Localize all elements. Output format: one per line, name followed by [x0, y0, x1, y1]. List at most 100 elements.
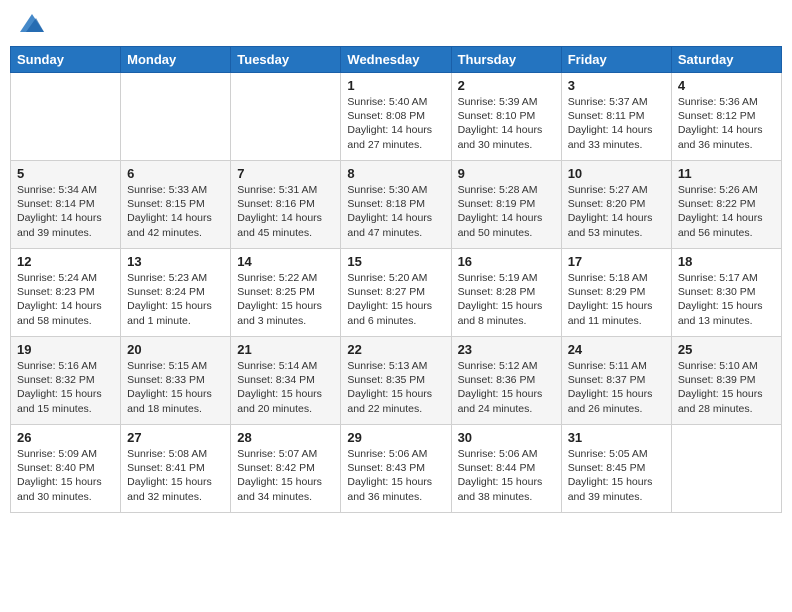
calendar-cell: 27Sunrise: 5:08 AM Sunset: 8:41 PM Dayli…	[121, 425, 231, 513]
day-info: Sunrise: 5:33 AM Sunset: 8:15 PM Dayligh…	[127, 183, 224, 240]
day-number: 9	[458, 166, 555, 181]
calendar-cell	[671, 425, 781, 513]
day-info: Sunrise: 5:16 AM Sunset: 8:32 PM Dayligh…	[17, 359, 114, 416]
page-header	[10, 10, 782, 38]
day-number: 12	[17, 254, 114, 269]
day-number: 22	[347, 342, 444, 357]
day-number: 1	[347, 78, 444, 93]
day-number: 10	[568, 166, 665, 181]
day-number: 2	[458, 78, 555, 93]
calendar-cell: 26 Sunrise: 5:09 AM Sunset: 8:40 PM Dayli…	[11, 425, 121, 513]
day-number: 29	[347, 430, 444, 445]
day-info: Sunrise: 5:27 AM Sunset: 8:20 PM Dayligh…	[568, 183, 665, 240]
day-number: 5	[17, 166, 114, 181]
calendar-cell	[11, 73, 121, 161]
day-number: 7	[237, 166, 334, 181]
calendar-cell: 25 Sunrise: 5:10 AM Sunset: 8:39 PM Dayli…	[671, 337, 781, 425]
day-number: 19	[17, 342, 114, 357]
day-info: Sunrise: 5:06 AM Sunset: 8:43 PM Dayligh…	[347, 447, 444, 504]
calendar-cell: 30 Sunrise: 5:06 AM Sunset: 8:44 PM Dayli…	[451, 425, 561, 513]
calendar-cell: 28 Sunrise: 5:07 AM Sunset: 8:42 PM Dayli…	[231, 425, 341, 513]
day-info: Sunrise: 5:20 AM Sunset: 8:27 PM Dayligh…	[347, 271, 444, 328]
day-info: Sunrise: 5:40 AM Sunset: 8:08 PM Dayligh…	[347, 95, 444, 152]
calendar-cell: 3Sunrise: 5:37 AM Sunset: 8:11 PM Daylig…	[561, 73, 671, 161]
calendar-cell: 13 Sunrise: 5:23 AM Sunset: 8:24 PM Dayli…	[121, 249, 231, 337]
calendar-cell: 11 Sunrise: 5:26 AM Sunset: 8:22 PM Dayli…	[671, 161, 781, 249]
calendar-cell: 15Sunrise: 5:20 AM Sunset: 8:27 PM Dayli…	[341, 249, 451, 337]
calendar-cell: 17Sunrise: 5:18 AM Sunset: 8:29 PM Dayli…	[561, 249, 671, 337]
week-row-5: 26 Sunrise: 5:09 AM Sunset: 8:40 PM Dayli…	[11, 425, 782, 513]
calendar-cell: 29 Sunrise: 5:06 AM Sunset: 8:43 PM Dayli…	[341, 425, 451, 513]
day-number: 11	[678, 166, 775, 181]
day-number: 16	[458, 254, 555, 269]
day-number: 18	[678, 254, 775, 269]
day-number: 25	[678, 342, 775, 357]
calendar-header-row: SundayMondayTuesdayWednesdayThursdayFrid…	[11, 47, 782, 73]
calendar-cell: 24Sunrise: 5:11 AM Sunset: 8:37 PM Dayli…	[561, 337, 671, 425]
day-info: Sunrise: 5:15 AM Sunset: 8:33 PM Dayligh…	[127, 359, 224, 416]
col-header-monday: Monday	[121, 47, 231, 73]
day-number: 26	[17, 430, 114, 445]
col-header-saturday: Saturday	[671, 47, 781, 73]
col-header-sunday: Sunday	[11, 47, 121, 73]
day-number: 13	[127, 254, 224, 269]
calendar-cell: 2 Sunrise: 5:39 AM Sunset: 8:10 PM Daylig…	[451, 73, 561, 161]
day-info: Sunrise: 5:12 AM Sunset: 8:36 PM Dayligh…	[458, 359, 555, 416]
day-info: Sunrise: 5:05 AM Sunset: 8:45 PM Dayligh…	[568, 447, 665, 504]
calendar-cell: 16 Sunrise: 5:19 AM Sunset: 8:28 PM Dayli…	[451, 249, 561, 337]
day-info: Sunrise: 5:22 AM Sunset: 8:25 PM Dayligh…	[237, 271, 334, 328]
day-number: 21	[237, 342, 334, 357]
calendar-cell: 5 Sunrise: 5:34 AM Sunset: 8:14 PM Daylig…	[11, 161, 121, 249]
calendar-cell: 8Sunrise: 5:30 AM Sunset: 8:18 PM Daylig…	[341, 161, 451, 249]
col-header-friday: Friday	[561, 47, 671, 73]
day-info: Sunrise: 5:26 AM Sunset: 8:22 PM Dayligh…	[678, 183, 775, 240]
day-number: 20	[127, 342, 224, 357]
calendar-cell: 4 Sunrise: 5:36 AM Sunset: 8:12 PM Daylig…	[671, 73, 781, 161]
week-row-1: 1 Sunrise: 5:40 AM Sunset: 8:08 PM Daylig…	[11, 73, 782, 161]
col-header-tuesday: Tuesday	[231, 47, 341, 73]
week-row-3: 12 Sunrise: 5:24 AM Sunset: 8:23 PM Dayli…	[11, 249, 782, 337]
day-number: 6	[127, 166, 224, 181]
day-info: Sunrise: 5:28 AM Sunset: 8:19 PM Dayligh…	[458, 183, 555, 240]
day-info: Sunrise: 5:30 AM Sunset: 8:18 PM Dayligh…	[347, 183, 444, 240]
week-row-4: 19 Sunrise: 5:16 AM Sunset: 8:32 PM Dayli…	[11, 337, 782, 425]
day-info: Sunrise: 5:34 AM Sunset: 8:14 PM Dayligh…	[17, 183, 114, 240]
week-row-2: 5 Sunrise: 5:34 AM Sunset: 8:14 PM Daylig…	[11, 161, 782, 249]
calendar-cell: 7 Sunrise: 5:31 AM Sunset: 8:16 PM Daylig…	[231, 161, 341, 249]
calendar-cell: 23 Sunrise: 5:12 AM Sunset: 8:36 PM Dayli…	[451, 337, 561, 425]
day-number: 23	[458, 342, 555, 357]
day-number: 27	[127, 430, 224, 445]
day-info: Sunrise: 5:36 AM Sunset: 8:12 PM Dayligh…	[678, 95, 775, 152]
calendar-cell: 12 Sunrise: 5:24 AM Sunset: 8:23 PM Dayli…	[11, 249, 121, 337]
day-info: Sunrise: 5:10 AM Sunset: 8:39 PM Dayligh…	[678, 359, 775, 416]
day-info: Sunrise: 5:07 AM Sunset: 8:42 PM Dayligh…	[237, 447, 334, 504]
day-number: 31	[568, 430, 665, 445]
day-info: Sunrise: 5:06 AM Sunset: 8:44 PM Dayligh…	[458, 447, 555, 504]
day-number: 14	[237, 254, 334, 269]
day-info: Sunrise: 5:39 AM Sunset: 8:10 PM Dayligh…	[458, 95, 555, 152]
day-info: Sunrise: 5:14 AM Sunset: 8:34 PM Dayligh…	[237, 359, 334, 416]
day-info: Sunrise: 5:19 AM Sunset: 8:28 PM Dayligh…	[458, 271, 555, 328]
day-info: Sunrise: 5:23 AM Sunset: 8:24 PM Dayligh…	[127, 271, 224, 328]
day-info: Sunrise: 5:09 AM Sunset: 8:40 PM Dayligh…	[17, 447, 114, 504]
calendar-cell: 20 Sunrise: 5:15 AM Sunset: 8:33 PM Dayli…	[121, 337, 231, 425]
calendar-cell: 21 Sunrise: 5:14 AM Sunset: 8:34 PM Dayli…	[231, 337, 341, 425]
logo-icon	[18, 10, 46, 38]
calendar-cell: 31 Sunrise: 5:05 AM Sunset: 8:45 PM Dayli…	[561, 425, 671, 513]
calendar-cell	[121, 73, 231, 161]
day-info: Sunrise: 5:37 AM Sunset: 8:11 PM Dayligh…	[568, 95, 665, 152]
calendar-cell: 9 Sunrise: 5:28 AM Sunset: 8:19 PM Daylig…	[451, 161, 561, 249]
day-number: 28	[237, 430, 334, 445]
calendar-cell: 14 Sunrise: 5:22 AM Sunset: 8:25 PM Dayli…	[231, 249, 341, 337]
day-info: Sunrise: 5:13 AM Sunset: 8:35 PM Dayligh…	[347, 359, 444, 416]
day-number: 4	[678, 78, 775, 93]
calendar-cell: 18Sunrise: 5:17 AM Sunset: 8:30 PM Dayli…	[671, 249, 781, 337]
calendar-cell: 6 Sunrise: 5:33 AM Sunset: 8:15 PM Daylig…	[121, 161, 231, 249]
day-number: 17	[568, 254, 665, 269]
calendar-cell: 1 Sunrise: 5:40 AM Sunset: 8:08 PM Daylig…	[341, 73, 451, 161]
day-info: Sunrise: 5:24 AM Sunset: 8:23 PM Dayligh…	[17, 271, 114, 328]
day-info: Sunrise: 5:31 AM Sunset: 8:16 PM Dayligh…	[237, 183, 334, 240]
calendar-cell	[231, 73, 341, 161]
calendar-cell: 19 Sunrise: 5:16 AM Sunset: 8:32 PM Dayli…	[11, 337, 121, 425]
day-number: 30	[458, 430, 555, 445]
